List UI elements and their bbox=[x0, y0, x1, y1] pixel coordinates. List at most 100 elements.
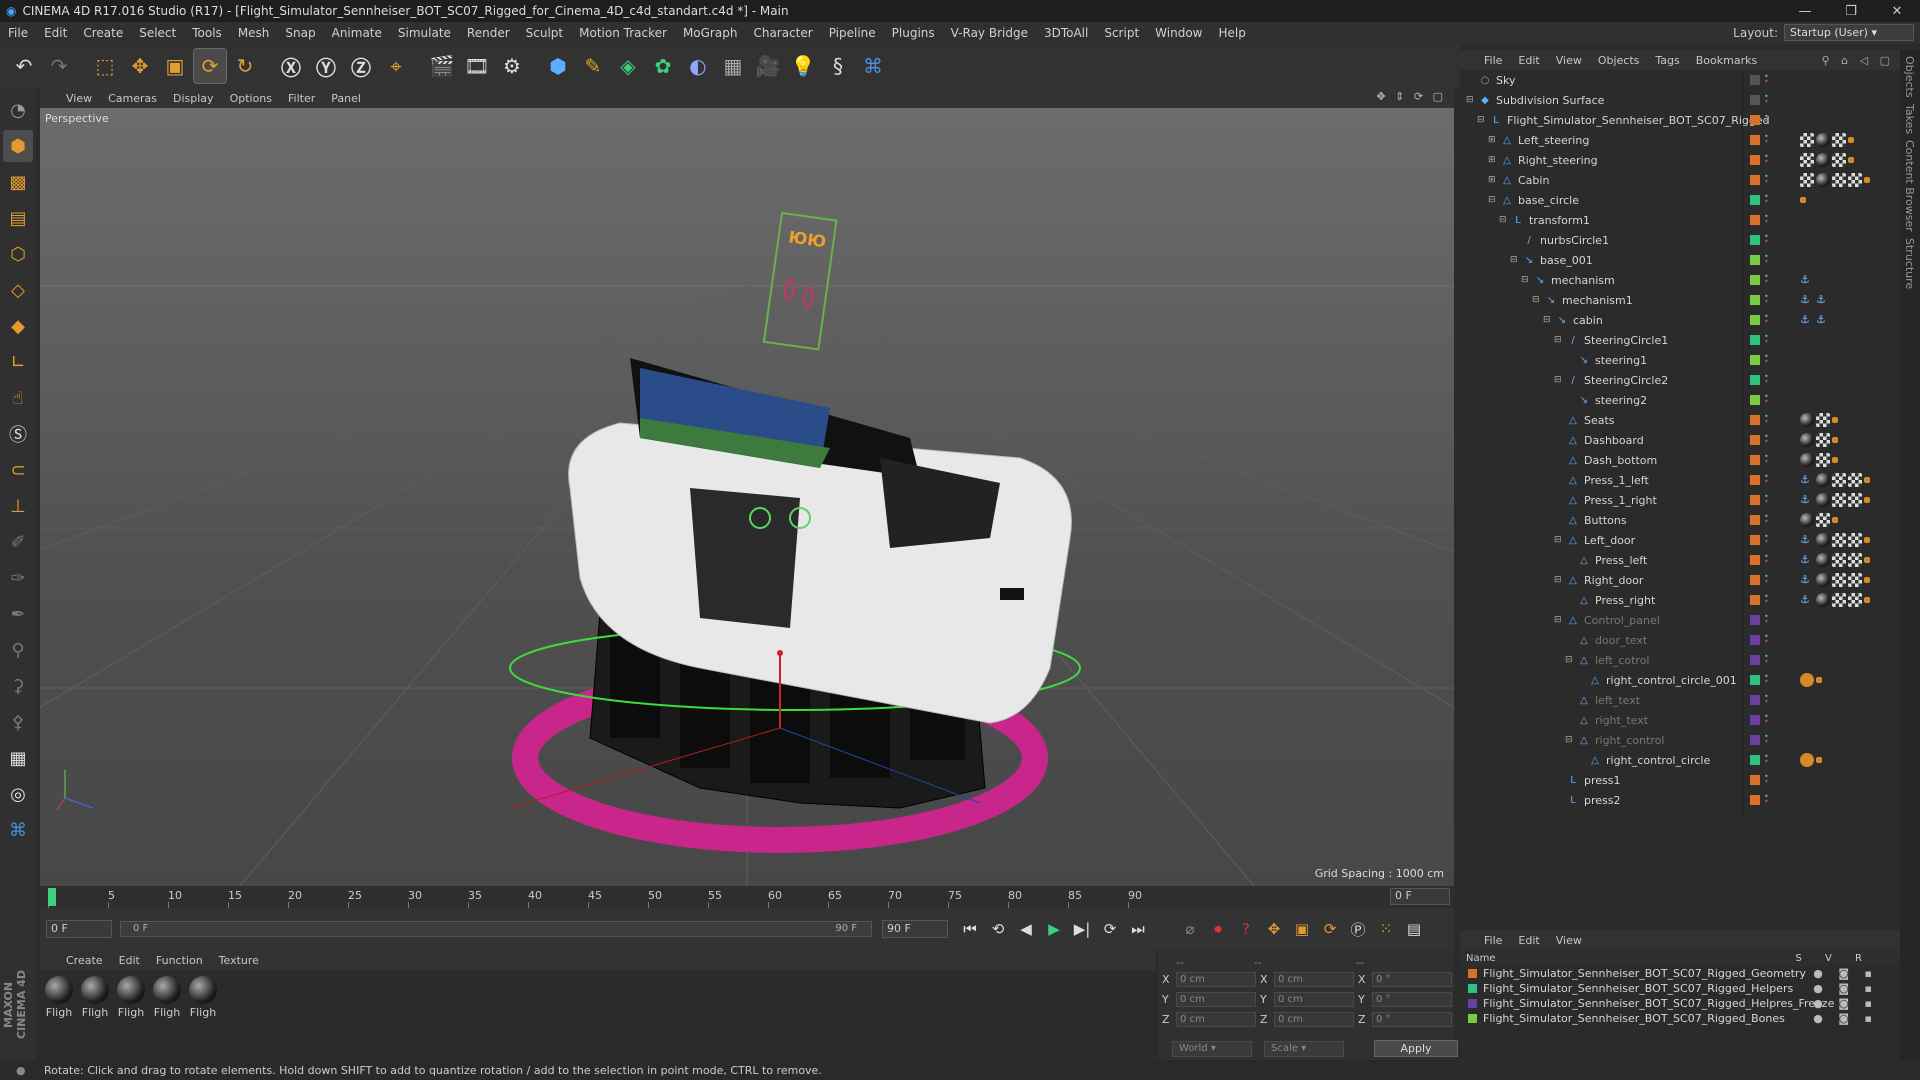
pinch-brush-icon[interactable]: ⚲ bbox=[3, 634, 33, 666]
object-name[interactable]: left_cotrol bbox=[1595, 654, 1649, 667]
menu-help[interactable]: Help bbox=[1210, 26, 1253, 40]
expand-toggle-icon[interactable]: ⊟ bbox=[1488, 195, 1498, 205]
object-row[interactable]: ⊟ / SteeringCircle2 bbox=[1460, 370, 1900, 390]
menu-sculpt[interactable]: Sculpt bbox=[518, 26, 571, 40]
object-name[interactable]: SteeringCircle2 bbox=[1584, 374, 1668, 387]
undo-icon[interactable]: ↶ bbox=[8, 49, 40, 83]
layer-color-chip[interactable] bbox=[1750, 295, 1760, 305]
object-row[interactable]: ⊟ Ltransform1 bbox=[1460, 210, 1900, 230]
uvw-tag-icon[interactable] bbox=[1832, 133, 1846, 147]
material-tag-icon[interactable] bbox=[1800, 433, 1814, 447]
uvw-tag-icon[interactable] bbox=[1848, 553, 1862, 567]
uvw-tag-icon[interactable] bbox=[1832, 593, 1846, 607]
layer-color-chip[interactable] bbox=[1750, 355, 1760, 365]
side-tab-objects[interactable]: Objects bbox=[1903, 56, 1916, 98]
ik-tag-icon[interactable]: ⚓ bbox=[1800, 293, 1814, 307]
phong-tag-icon[interactable] bbox=[1816, 677, 1822, 683]
restore-icon[interactable]: ❐ bbox=[1828, 0, 1874, 22]
layer-menu-edit[interactable]: Edit bbox=[1518, 934, 1539, 947]
magnet-icon[interactable]: ⊂ bbox=[3, 454, 33, 486]
object-name[interactable]: Press_left bbox=[1595, 554, 1647, 567]
expand-toggle-icon[interactable]: ⊟ bbox=[1466, 95, 1476, 105]
uvw-tag-icon[interactable] bbox=[1832, 553, 1846, 567]
uvw-tag-icon[interactable] bbox=[1832, 533, 1846, 547]
subdivision-icon[interactable]: ◈ bbox=[612, 49, 644, 83]
menu-window[interactable]: Window bbox=[1147, 26, 1210, 40]
object-name[interactable]: Flight_Simulator_Sennheiser_BOT_SC07_Rig… bbox=[1507, 114, 1770, 127]
layer-name[interactable]: Flight_Simulator_Sennheiser_BOT_SC07_Rig… bbox=[1483, 982, 1793, 995]
layer-color-chip[interactable] bbox=[1750, 675, 1760, 685]
layer-color-chip[interactable] bbox=[1750, 95, 1760, 105]
uvw-tag-icon[interactable] bbox=[1832, 573, 1846, 587]
material-menu-create[interactable]: Create bbox=[66, 954, 103, 967]
menu-create[interactable]: Create bbox=[75, 26, 131, 40]
menu-motion-tracker[interactable]: Motion Tracker bbox=[571, 26, 675, 40]
expand-toggle-icon[interactable]: ⊟ bbox=[1499, 215, 1509, 225]
object-name[interactable]: Left_door bbox=[1584, 534, 1635, 547]
visibility-dots[interactable]: • • bbox=[1764, 273, 1770, 286]
coordinate-field[interactable]: 0 cm bbox=[1176, 992, 1256, 1007]
uvw-tag-icon[interactable] bbox=[1816, 453, 1830, 467]
visibility-dots[interactable]: • • bbox=[1764, 513, 1770, 526]
phong-tag-icon[interactable] bbox=[1816, 757, 1822, 763]
visibility-dots[interactable]: • • bbox=[1764, 773, 1770, 786]
visibility-dots[interactable]: • • bbox=[1764, 653, 1770, 666]
axis-mode-icon[interactable]: ∟ bbox=[3, 346, 33, 378]
python-generator-icon[interactable]: § bbox=[822, 49, 854, 83]
visibility-dots[interactable]: • • bbox=[1764, 73, 1770, 86]
material-swatch[interactable]: Fligh bbox=[44, 976, 74, 1060]
model-mode-icon[interactable]: ⬢ bbox=[3, 130, 33, 162]
menu-render[interactable]: Render bbox=[459, 26, 518, 40]
go-to-start-icon[interactable]: ⏮ bbox=[958, 916, 982, 942]
menu-script[interactable]: Script bbox=[1096, 26, 1147, 40]
material-swatch[interactable]: Fligh bbox=[152, 976, 182, 1060]
layer-color-chip[interactable] bbox=[1750, 235, 1760, 245]
visibility-dots[interactable]: • • bbox=[1764, 153, 1770, 166]
object-name[interactable]: transform1 bbox=[1529, 214, 1590, 227]
make-editable-icon[interactable]: ◔ bbox=[3, 94, 33, 126]
uvw-tag-icon[interactable] bbox=[1832, 173, 1846, 187]
object-name[interactable]: Subdivision Surface bbox=[1496, 94, 1604, 107]
uvw-tag-icon[interactable] bbox=[1848, 593, 1862, 607]
uvw-tag-icon[interactable] bbox=[1800, 173, 1814, 187]
layer-flags-icon[interactable]: ● ◙ ▪ bbox=[1813, 982, 1878, 995]
scale-mode-dropdown[interactable]: Scale ▾ bbox=[1264, 1040, 1344, 1057]
tweak-mode-icon[interactable]: ☝ bbox=[3, 382, 33, 414]
mograph-cloner-icon[interactable]: ✿ bbox=[647, 49, 679, 83]
object-name[interactable]: base_circle bbox=[1518, 194, 1579, 207]
visibility-dots[interactable]: • • bbox=[1764, 253, 1770, 266]
object-name[interactable]: Press_right bbox=[1595, 594, 1655, 607]
ik-tag-icon[interactable]: ⚓ bbox=[1816, 313, 1830, 327]
layer-color-chip[interactable] bbox=[1750, 435, 1760, 445]
timeline-playhead[interactable] bbox=[48, 888, 56, 906]
sculpt-brush-icon[interactable]: ✐ bbox=[3, 526, 33, 558]
phong-tag-icon[interactable] bbox=[1864, 177, 1870, 183]
menu-3dtoall[interactable]: 3DToAll bbox=[1036, 26, 1096, 40]
previous-frame-icon[interactable]: ◀ bbox=[1014, 916, 1038, 942]
object-name[interactable]: Dash_bottom bbox=[1584, 454, 1657, 467]
visibility-dots[interactable]: • • bbox=[1764, 613, 1770, 626]
phong-tag-icon[interactable] bbox=[1848, 157, 1854, 163]
layer-row[interactable]: Flight_Simulator_Sennheiser_BOT_SC07_Rig… bbox=[1468, 981, 1898, 996]
solo-icon[interactable]: ◎ bbox=[3, 778, 33, 810]
layer-color-chip[interactable] bbox=[1750, 455, 1760, 465]
uvw-tag-icon[interactable] bbox=[1832, 493, 1846, 507]
material-tag-icon[interactable] bbox=[1816, 153, 1830, 167]
menu-v-ray-bridge[interactable]: V-Ray Bridge bbox=[943, 26, 1036, 40]
object-row[interactable]: / nurbsCircle1 bbox=[1460, 230, 1900, 250]
object-row[interactable]: △ door_text bbox=[1460, 630, 1900, 650]
object-name[interactable]: Left_steering bbox=[1518, 134, 1589, 147]
visibility-dots[interactable]: • • bbox=[1764, 493, 1770, 506]
object-row[interactable]: ⊟ L Flight_Simulator_Sennheiser_BOT_SC07_R… bbox=[1460, 110, 1900, 130]
layer-color-chip[interactable] bbox=[1750, 595, 1760, 605]
ik-tag-icon[interactable]: ⚓ bbox=[1800, 553, 1814, 567]
phong-tag-icon[interactable] bbox=[1832, 457, 1838, 463]
object-row[interactable]: ⊟ / SteeringCircle1 bbox=[1460, 330, 1900, 350]
menu-character[interactable]: Character bbox=[745, 26, 820, 40]
object-menu-objects[interactable]: Objects bbox=[1598, 54, 1640, 67]
object-row[interactable]: ⊟ △ base_circle bbox=[1460, 190, 1900, 210]
side-tab-content-browser[interactable]: Content Browser bbox=[1903, 140, 1916, 232]
inflate-brush-icon[interactable]: ⚴ bbox=[3, 706, 33, 738]
workplane-mode-icon[interactable]: ▤ bbox=[3, 202, 33, 234]
layer-color-chip[interactable] bbox=[1750, 315, 1760, 325]
